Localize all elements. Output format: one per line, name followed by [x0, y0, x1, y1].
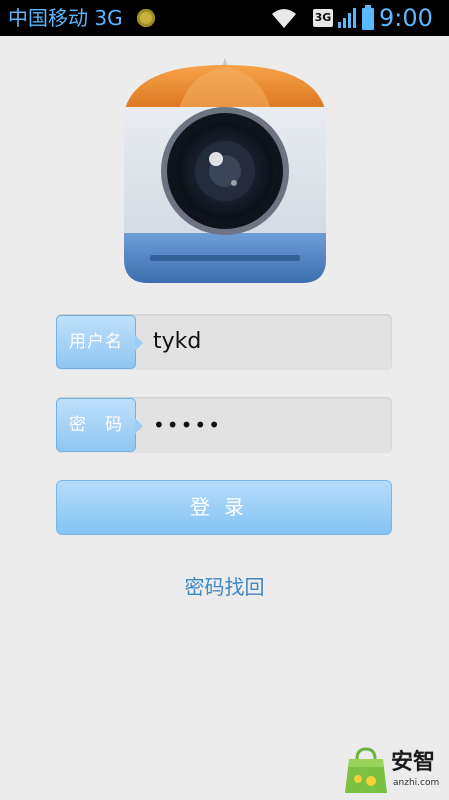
carrier-name: 中国移动 3G — [8, 6, 123, 30]
signal-icon — [338, 8, 356, 28]
status-bar: 中国移动 3G 3G 9:00 — [0, 0, 449, 36]
watermark-name: 安智 — [391, 750, 436, 775]
anzhi-watermark: 安智 anzhi.com — [343, 745, 443, 795]
password-field[interactable]: 密 码 ••••• — [56, 397, 392, 453]
camera-umbrella-app-icon — [124, 57, 326, 283]
battery-icon — [362, 5, 374, 30]
wifi-icon — [272, 9, 296, 28]
username-input[interactable]: tykd — [153, 314, 201, 370]
forgot-password-link[interactable]: 密码找回 — [0, 572, 449, 602]
carrier-badge-icon — [137, 9, 155, 27]
username-label: 用户名 — [56, 315, 143, 369]
password-label-pointer — [135, 418, 143, 434]
password-label: 密 码 — [56, 398, 143, 452]
3g-icon: 3G — [313, 9, 333, 27]
username-field[interactable]: 用户名 tykd — [56, 314, 392, 370]
username-label-pointer — [135, 335, 143, 351]
status-clock: 9:00 — [379, 4, 433, 32]
password-label-text: 密 码 — [69, 415, 123, 435]
login-button[interactable]: 登录 — [56, 480, 392, 535]
username-label-text: 用户名 — [69, 332, 123, 352]
watermark-domain: anzhi.com — [393, 778, 440, 788]
shopping-bag-logo-icon — [345, 747, 387, 793]
password-input[interactable]: ••••• — [153, 397, 222, 453]
